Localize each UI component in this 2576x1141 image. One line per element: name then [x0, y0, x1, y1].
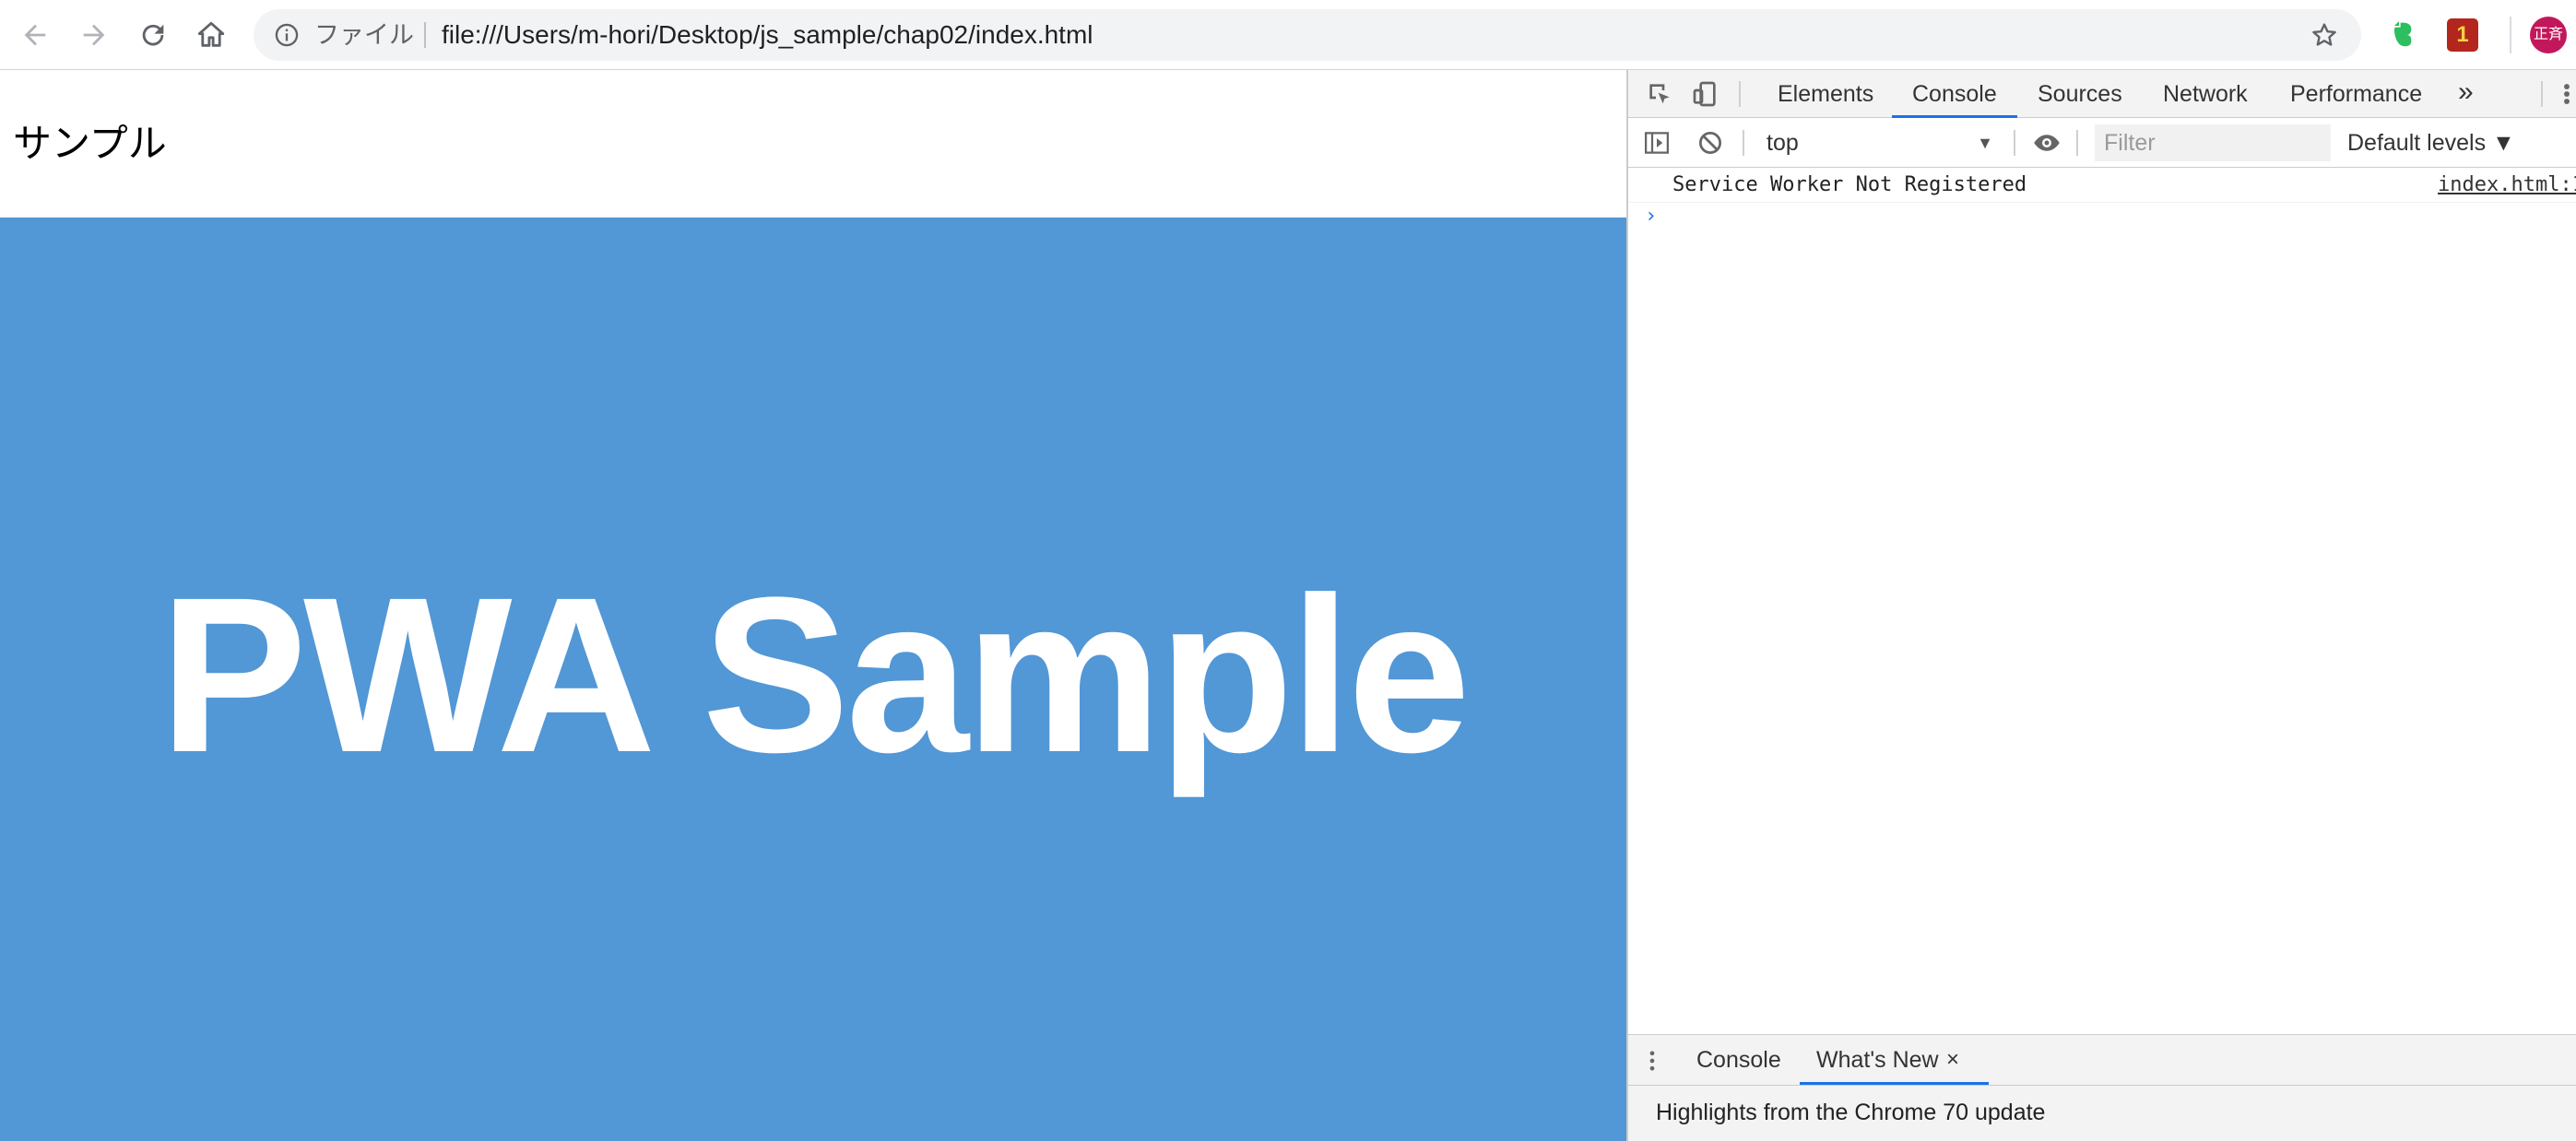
clear-console-icon[interactable] [1696, 129, 1724, 157]
drawer-menu-icon[interactable] [1647, 1048, 1658, 1074]
console-prompt[interactable]: › [1645, 205, 1657, 228]
inspect-element-icon[interactable] [1645, 79, 1674, 109]
whats-new-highlights: Highlights from the Chrome 70 update [1656, 1100, 2046, 1125]
forward-icon [83, 24, 105, 46]
reload-icon [142, 24, 164, 46]
home-icon [197, 21, 225, 47]
devtools-menu-icon[interactable] [2556, 79, 2576, 109]
more-tabs-button[interactable]: » [2458, 70, 2474, 116]
tabbar-divider [1739, 81, 1741, 107]
tab-network[interactable]: Network [2163, 70, 2248, 118]
extension-icon[interactable]: 1 [2447, 18, 2478, 52]
back-button[interactable] [13, 13, 57, 57]
profile-avatar[interactable]: 正斉 [2530, 17, 2567, 53]
console-toolbar: top ▼ Default levels ▼ [1628, 118, 2576, 168]
hero-title: PWA Sample [159, 551, 1471, 798]
devtools-panel: Elements Console Sources Network Perform… [1626, 70, 2576, 1141]
console-toolbar-divider-3 [2076, 130, 2078, 156]
tab-elements[interactable]: Elements [1778, 70, 1873, 118]
console-filter-input[interactable] [2095, 124, 2331, 161]
forward-button[interactable] [72, 13, 116, 57]
dropdown-arrow-icon: ▼ [1977, 134, 1993, 152]
star-icon[interactable] [2310, 20, 2339, 50]
context-selector[interactable]: top ▼ [1757, 118, 1999, 168]
address-bar[interactable]: ファイル file:///Users/m-hori/Desktop/js_sam… [254, 9, 2361, 61]
device-toolbar-icon[interactable] [1691, 79, 1720, 109]
omnibox-divider [424, 22, 426, 48]
live-expression-eye-icon[interactable] [2032, 129, 2062, 157]
profile-initials: 正斉 [2533, 27, 2563, 42]
log-levels-dropdown[interactable]: Default levels ▼ [2347, 118, 2515, 168]
tab-console[interactable]: Console [1892, 70, 2017, 118]
drawer-tab-whats-new[interactable]: What's New [1800, 1035, 1989, 1085]
url-text[interactable]: file:///Users/m-hori/Desktop/js_sample/c… [442, 9, 1093, 61]
tab-performance[interactable]: Performance [2290, 70, 2422, 118]
browser-toolbar: ファイル file:///Users/m-hori/Desktop/js_sam… [0, 0, 2576, 70]
drawer-tab-close-icon[interactable]: × [1946, 1035, 1959, 1085]
show-sidebar-icon[interactable] [1643, 129, 1671, 157]
whats-new-panel: Highlights from the Chrome 70 update [1628, 1086, 2576, 1141]
hero-banner: PWA Sample [0, 218, 1626, 1141]
info-icon[interactable] [274, 22, 300, 48]
back-icon [24, 24, 46, 46]
page-viewport: サンプル PWA Sample [0, 70, 1626, 1141]
drawer-tabbar: Console What's New × [1628, 1034, 2576, 1086]
home-button[interactable] [189, 13, 233, 57]
toolbar-divider [2510, 17, 2511, 53]
drawer-tab-console[interactable]: Console [1696, 1035, 1781, 1085]
tab-sources[interactable]: Sources [2038, 70, 2122, 118]
context-value: top [1767, 130, 1799, 156]
tabbar-divider-right [2541, 81, 2543, 107]
console-message-text: Service Worker Not Registered [1672, 173, 2027, 196]
evernote-icon[interactable] [2385, 17, 2422, 53]
extension-badge: 1 [2456, 22, 2469, 47]
console-toolbar-divider [1743, 130, 1744, 156]
reload-button[interactable] [131, 13, 175, 57]
console-message: Service Worker Not Registered index.html… [1628, 168, 2576, 203]
page-heading: サンプル [13, 122, 167, 165]
console-toolbar-divider-2 [2014, 130, 2015, 156]
console-message-source-link[interactable]: index.html:1 [2438, 168, 2576, 203]
url-scheme-label: ファイル [314, 21, 414, 49]
devtools-tabbar: Elements Console Sources Network Perform… [1628, 70, 2576, 118]
